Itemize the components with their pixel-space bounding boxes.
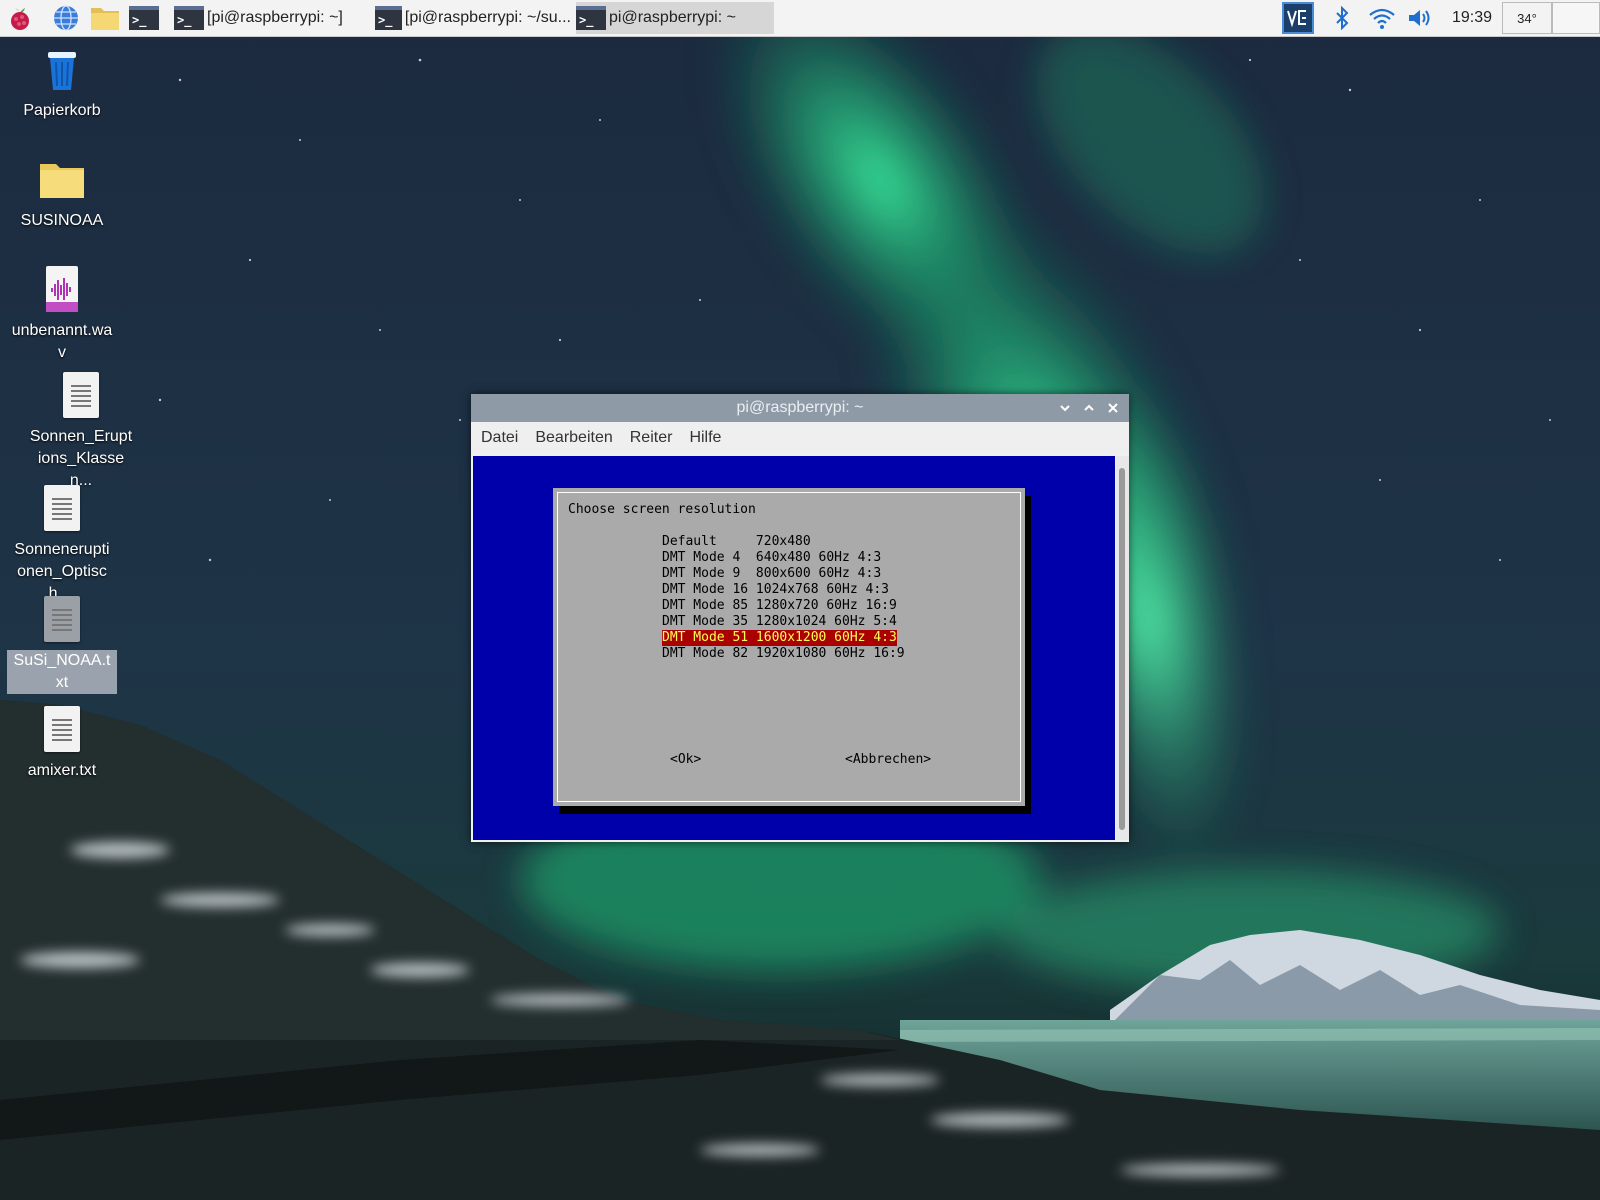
desktop-icon-amixer-txt[interactable]: amixer.txt bbox=[7, 706, 117, 782]
menu-bar: Datei Bearbeiten Reiter Hilfe bbox=[471, 422, 1129, 454]
terminal-icon: >_ bbox=[129, 6, 159, 30]
cancel-button[interactable]: <Abbrechen> bbox=[845, 752, 931, 767]
temperature-value: 34° bbox=[1517, 10, 1537, 26]
text-file-icon bbox=[38, 485, 86, 533]
vnc-icon bbox=[1282, 2, 1314, 34]
clock-time: 19:39 bbox=[1451, 9, 1493, 26]
volume-button[interactable] bbox=[1404, 0, 1436, 36]
text-file-icon bbox=[38, 596, 86, 644]
scrollbar-thumb[interactable] bbox=[1119, 468, 1125, 830]
menu-bearbeiten[interactable]: Bearbeiten bbox=[535, 429, 612, 447]
desktop: Papierkorb SUSINOAA unbenannt.wav Sonnen… bbox=[0, 0, 1600, 1200]
desktop-icon-unbenannt-wav[interactable]: unbenannt.wav bbox=[7, 266, 117, 364]
resolution-option[interactable]: DMT Mode 4 640x480 60Hz 4:3 bbox=[662, 550, 881, 566]
wifi-icon bbox=[1369, 8, 1395, 29]
menu-datei[interactable]: Datei bbox=[481, 429, 518, 447]
resolution-option[interactable]: Default 720x480 bbox=[662, 534, 811, 550]
cpu-temperature: 34° bbox=[1502, 2, 1552, 34]
raspberry-menu-button[interactable] bbox=[4, 2, 36, 34]
web-browser-launcher[interactable] bbox=[50, 2, 82, 34]
task-label: [pi@raspberrypi: ~/su... bbox=[404, 9, 571, 26]
window-title: pi@raspberrypi: ~ bbox=[736, 399, 864, 416]
text-file-icon bbox=[38, 706, 86, 754]
wifi-button[interactable] bbox=[1366, 0, 1398, 36]
terminal-icon: >_ bbox=[375, 6, 402, 30]
taskbar-task-active[interactable]: >_ pi@raspberrypi: ~ bbox=[576, 2, 774, 34]
raspberry-icon bbox=[11, 8, 29, 30]
taskbar: >_ >_ [pi@raspberrypi: ~] >_ [pi@raspber… bbox=[0, 0, 1600, 37]
text-file-icon bbox=[57, 372, 105, 420]
resolution-option[interactable]: DMT Mode 9 800x600 60Hz 4:3 bbox=[662, 566, 881, 582]
desktop-icon-sonnen-eruptions-klassen[interactable]: Sonnen_Eruptions_Klassen... bbox=[26, 372, 136, 492]
window-titlebar[interactable]: pi@raspberrypi: ~ bbox=[471, 394, 1129, 422]
terminal-scrollbar[interactable] bbox=[1116, 456, 1129, 840]
desktop-icon-sonneneruptionen-optisch[interactable]: Sonneneruptionen_Optisch.... bbox=[7, 485, 117, 605]
folder-icon bbox=[91, 8, 119, 30]
task-label: [pi@raspberrypi: ~] bbox=[207, 9, 343, 26]
bluetooth-button[interactable] bbox=[1328, 0, 1356, 36]
vnc-button[interactable] bbox=[1280, 0, 1316, 36]
folder-icon bbox=[38, 156, 86, 204]
cpu-usage-monitor bbox=[1552, 2, 1600, 34]
terminal-icon: >_ bbox=[576, 6, 606, 30]
trash-icon bbox=[38, 46, 86, 94]
chevron-up-icon bbox=[1084, 404, 1094, 411]
ok-button[interactable]: <Ok> bbox=[670, 752, 701, 767]
resolution-option-selected[interactable]: DMT Mode 51 1600x1200 60Hz 4:3 bbox=[662, 630, 897, 646]
resolution-option[interactable]: DMT Mode 35 1280x1024 60Hz 5:4 bbox=[662, 614, 897, 630]
chevron-down-icon bbox=[1060, 405, 1070, 412]
resolution-option[interactable]: DMT Mode 85 1280x720 60Hz 16:9 bbox=[662, 598, 897, 614]
menu-reiter[interactable]: Reiter bbox=[630, 429, 673, 447]
menu-hilfe[interactable]: Hilfe bbox=[689, 429, 721, 447]
file-manager-launcher[interactable] bbox=[89, 2, 121, 34]
desktop-icon-susi-noaa-txt[interactable]: SuSi_NOAA.txt bbox=[7, 596, 117, 694]
resolution-option[interactable]: DMT Mode 16 1024x768 60Hz 4:3 bbox=[662, 582, 889, 598]
taskbar-task[interactable]: >_ [pi@raspberrypi: ~] bbox=[174, 2, 368, 34]
terminal-area[interactable]: Choose screen resolution Default 720x480… bbox=[473, 456, 1115, 840]
desktop-icon-susinoaa-folder[interactable]: SUSINOAA bbox=[7, 156, 117, 232]
desktop-icon-papierkorb[interactable]: Papierkorb bbox=[7, 46, 117, 122]
audio-file-icon bbox=[38, 266, 86, 314]
task-label: pi@raspberrypi: ~ bbox=[609, 9, 736, 26]
taskbar-task[interactable]: >_ [pi@raspberrypi: ~/su... bbox=[375, 2, 571, 34]
globe-icon bbox=[54, 5, 78, 31]
terminal-launcher[interactable]: >_ bbox=[128, 2, 160, 34]
bluetooth-icon bbox=[1336, 6, 1349, 30]
minimize-button[interactable] bbox=[1055, 398, 1075, 418]
close-icon bbox=[1108, 403, 1118, 413]
resolution-option[interactable]: DMT Mode 82 1920x1080 60Hz 16:9 bbox=[662, 646, 905, 662]
close-button[interactable] bbox=[1103, 398, 1123, 418]
clock[interactable]: 19:39 bbox=[1444, 0, 1500, 36]
terminal-icon: >_ bbox=[174, 6, 204, 30]
resolution-dialog: Choose screen resolution Default 720x480… bbox=[553, 488, 1025, 806]
dialog-title: Choose screen resolution bbox=[568, 502, 756, 517]
terminal-window: pi@raspberrypi: ~ Datei Bearbeiten Reite… bbox=[471, 394, 1129, 842]
volume-icon bbox=[1409, 10, 1430, 26]
maximize-button[interactable] bbox=[1079, 398, 1099, 418]
